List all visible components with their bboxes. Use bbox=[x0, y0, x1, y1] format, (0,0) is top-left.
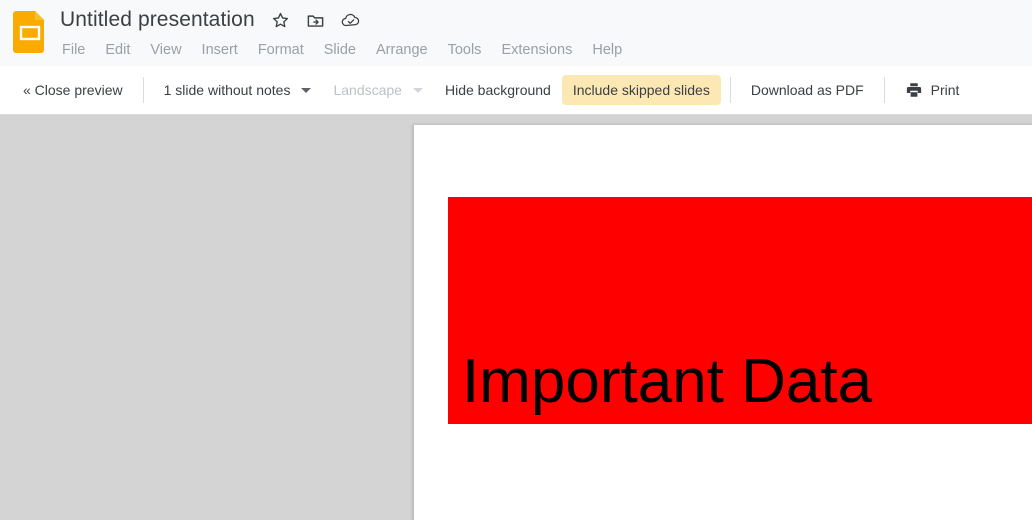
printer-icon bbox=[905, 81, 923, 99]
cloud-saved-icon[interactable] bbox=[341, 10, 361, 30]
slides-print-preview-window: Untitled presentation File Edit View Ins… bbox=[0, 0, 1032, 520]
print-button[interactable]: Print bbox=[894, 75, 971, 105]
app-header: Untitled presentation File Edit View Ins… bbox=[0, 0, 1032, 66]
menu-item-file[interactable]: File bbox=[62, 38, 95, 62]
print-preview-canvas[interactable]: Important Data bbox=[0, 115, 1032, 520]
menu-item-help[interactable]: Help bbox=[582, 38, 632, 62]
header-main: Untitled presentation File Edit View Ins… bbox=[60, 0, 632, 63]
menu-item-edit[interactable]: Edit bbox=[95, 38, 140, 62]
close-preview-button[interactable]: « Close preview bbox=[12, 75, 134, 105]
menu-item-view[interactable]: View bbox=[140, 38, 191, 62]
slide-page[interactable]: Important Data bbox=[414, 125, 1032, 520]
print-preview-toolbar: « Close preview 1 slide without notes La… bbox=[0, 66, 1032, 115]
menu-item-slide[interactable]: Slide bbox=[314, 38, 366, 62]
orientation-label: Landscape bbox=[333, 82, 402, 98]
toolbar-divider bbox=[729, 77, 731, 103]
include-skipped-slides-button[interactable]: Include skipped slides bbox=[561, 75, 721, 105]
slides-layout-dropdown[interactable]: 1 slide without notes bbox=[153, 75, 323, 105]
slides-layout-label: 1 slide without notes bbox=[163, 82, 291, 98]
menu-item-arrange[interactable]: Arrange bbox=[366, 38, 438, 62]
menu-item-tools[interactable]: Tools bbox=[438, 38, 492, 62]
print-label: Print bbox=[930, 82, 960, 98]
toolbar-divider bbox=[142, 77, 144, 103]
orientation-dropdown[interactable]: Landscape bbox=[322, 75, 434, 105]
download-as-pdf-button[interactable]: Download as PDF bbox=[740, 75, 875, 105]
move-to-folder-icon[interactable] bbox=[306, 10, 326, 30]
menu-item-extensions[interactable]: Extensions bbox=[491, 38, 582, 62]
menu-bar: File Edit View Insert Format Slide Arran… bbox=[60, 37, 632, 63]
red-rectangle-shape[interactable]: Important Data bbox=[448, 197, 1032, 424]
star-icon[interactable] bbox=[271, 10, 291, 30]
page-title[interactable]: Untitled presentation bbox=[60, 6, 255, 34]
toolbar-divider bbox=[883, 77, 885, 103]
title-row: Untitled presentation bbox=[60, 6, 632, 34]
hide-background-button[interactable]: Hide background bbox=[434, 75, 562, 105]
slide-shape-text: Important Data bbox=[462, 347, 873, 416]
menu-item-format[interactable]: Format bbox=[248, 38, 314, 62]
chevron-down-icon bbox=[412, 87, 423, 93]
title-icon-group bbox=[271, 10, 361, 30]
menu-item-insert[interactable]: Insert bbox=[192, 38, 248, 62]
chevron-down-icon bbox=[301, 87, 312, 93]
google-slides-logo-icon[interactable] bbox=[12, 10, 48, 54]
